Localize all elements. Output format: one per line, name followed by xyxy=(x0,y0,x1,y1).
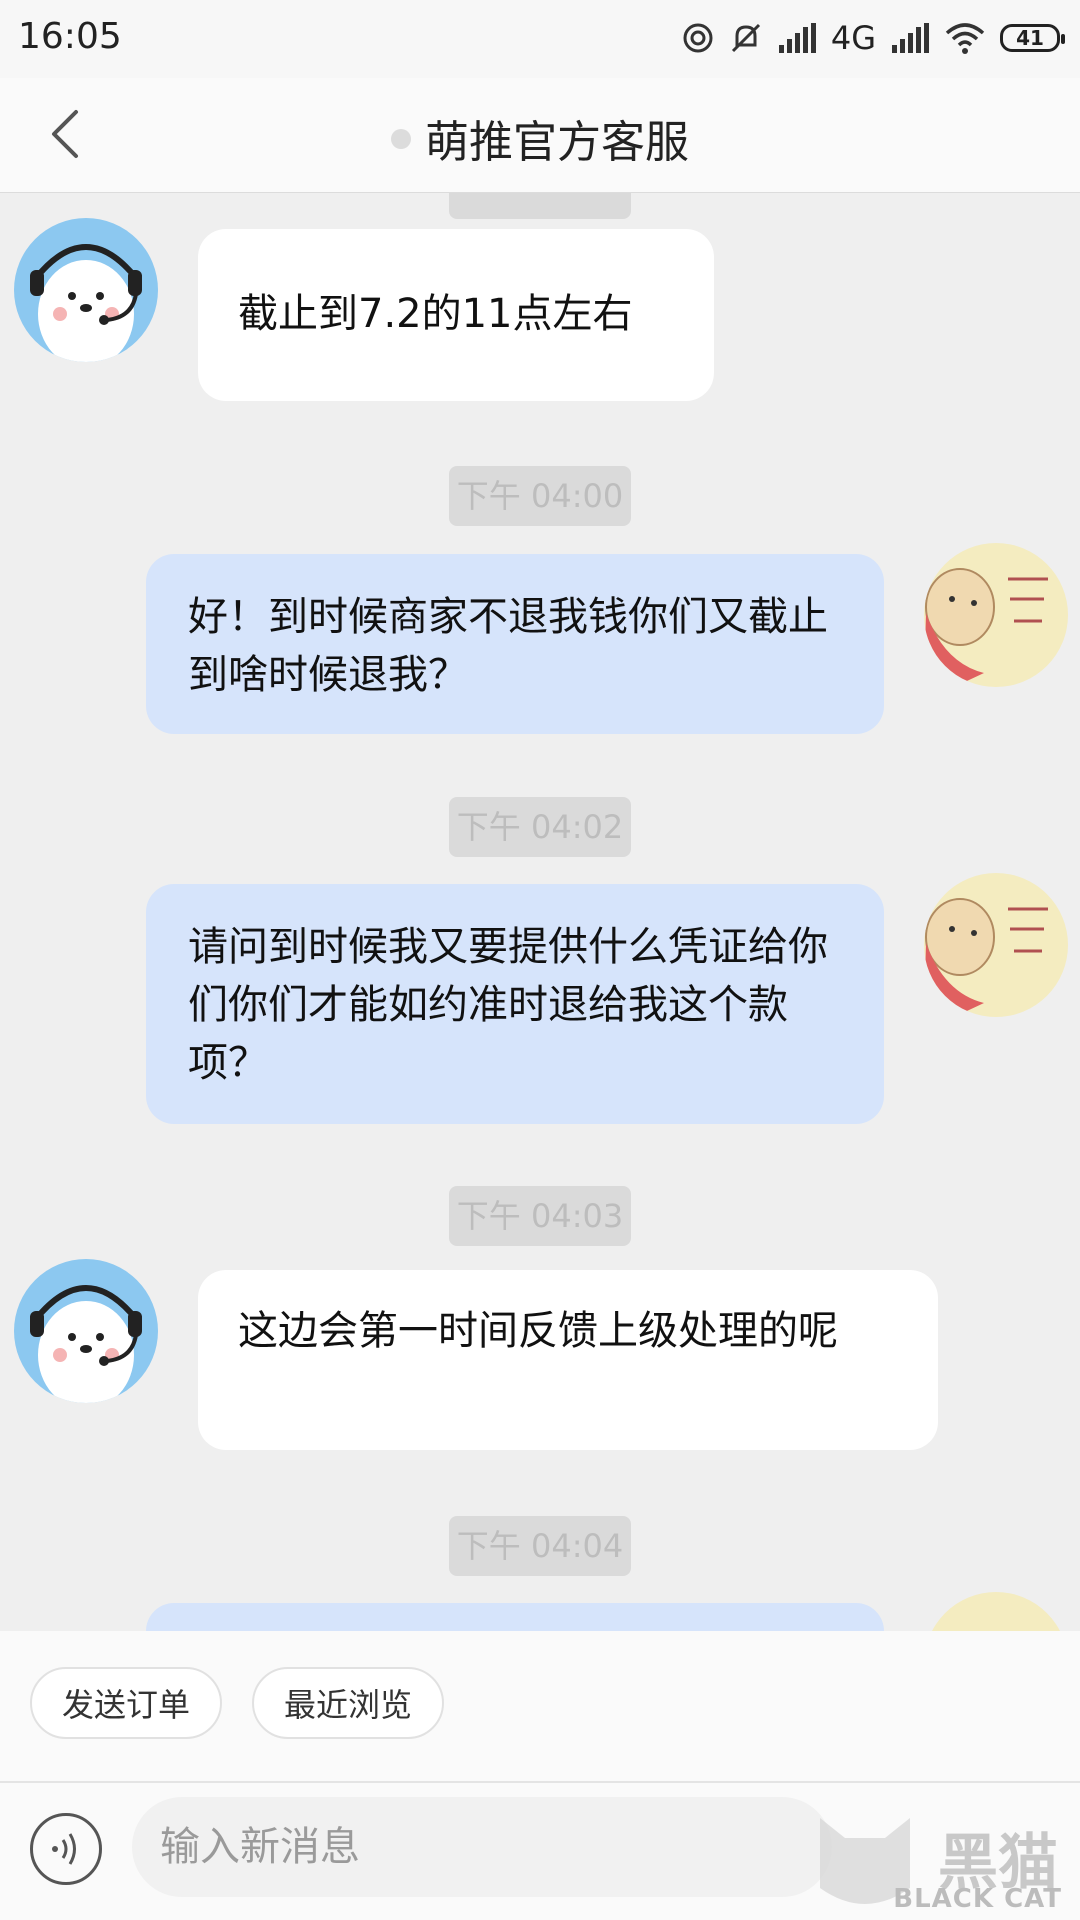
presence-dot xyxy=(391,129,411,149)
status-time: 16:05 xyxy=(18,16,122,57)
message-bubble: 好！到时候商家不退我钱你们又截止到啥时候退我？ xyxy=(146,554,884,734)
message-timestamp: 下午 04:03 xyxy=(449,1186,631,1246)
user-avatar-image xyxy=(924,873,1068,1017)
signal-hd-icon xyxy=(778,23,816,53)
timestamp-cut xyxy=(449,193,631,219)
voice-icon xyxy=(52,1833,76,1865)
watermark-brand: BLACK CAT xyxy=(893,1884,1062,1914)
wifi-icon xyxy=(945,23,985,54)
message-list[interactable]: 截止到7.2的11点左右 下午 04:00 好！到时候商家不退我钱你们又截止到啥… xyxy=(0,193,1080,1631)
status-icons: 4G 41 xyxy=(681,14,1065,62)
hotspot-icon xyxy=(683,23,713,53)
message-bubble: 这边会第一时间反馈上级处理的呢 xyxy=(198,1270,938,1450)
battery-icon: 41 xyxy=(1000,24,1065,52)
black-cat-watermark: 黑猫 BLACK CAT xyxy=(810,1808,1080,1920)
message-timestamp: 下午 04:04 xyxy=(449,1516,631,1576)
chat-header: 萌推官方客服 xyxy=(0,78,1080,193)
message-bubble-partial xyxy=(146,1603,884,1631)
user-avatar[interactable] xyxy=(924,1592,1068,1631)
agent-avatar[interactable] xyxy=(14,218,158,362)
agent-avatar[interactable] xyxy=(14,1259,158,1403)
user-avatar-image xyxy=(924,1592,1068,1631)
chat-title: 萌推官方客服 xyxy=(0,106,1080,170)
status-bar: 16:05 4G 41 xyxy=(0,0,1080,78)
message-timestamp: 下午 04:00 xyxy=(449,466,631,526)
network-type: 4G xyxy=(830,19,876,57)
user-avatar[interactable] xyxy=(924,873,1068,1017)
quick-actions-bar: 发送订单 最近浏览 xyxy=(0,1631,1080,1781)
message-bubble: 截止到7.2的11点左右 xyxy=(198,229,714,401)
polar-bear-icon xyxy=(14,218,158,362)
user-avatar[interactable] xyxy=(924,543,1068,687)
mute-bell-icon xyxy=(731,23,760,53)
signal-icon xyxy=(892,23,929,53)
chat-title-text: 萌推官方客服 xyxy=(425,117,689,168)
voice-input-button[interactable] xyxy=(30,1813,102,1885)
send-order-button[interactable]: 发送订单 xyxy=(30,1667,222,1739)
battery-level: 41 xyxy=(1016,26,1044,50)
message-input[interactable] xyxy=(132,1797,832,1897)
polar-bear-icon xyxy=(14,1259,158,1403)
recent-browse-button[interactable]: 最近浏览 xyxy=(252,1667,444,1739)
message-timestamp: 下午 04:02 xyxy=(449,797,631,857)
user-avatar-image xyxy=(924,543,1068,687)
message-bubble: 请问到时候我又要提供什么凭证给你们你们才能如约准时退给我这个款项？ xyxy=(146,884,884,1124)
